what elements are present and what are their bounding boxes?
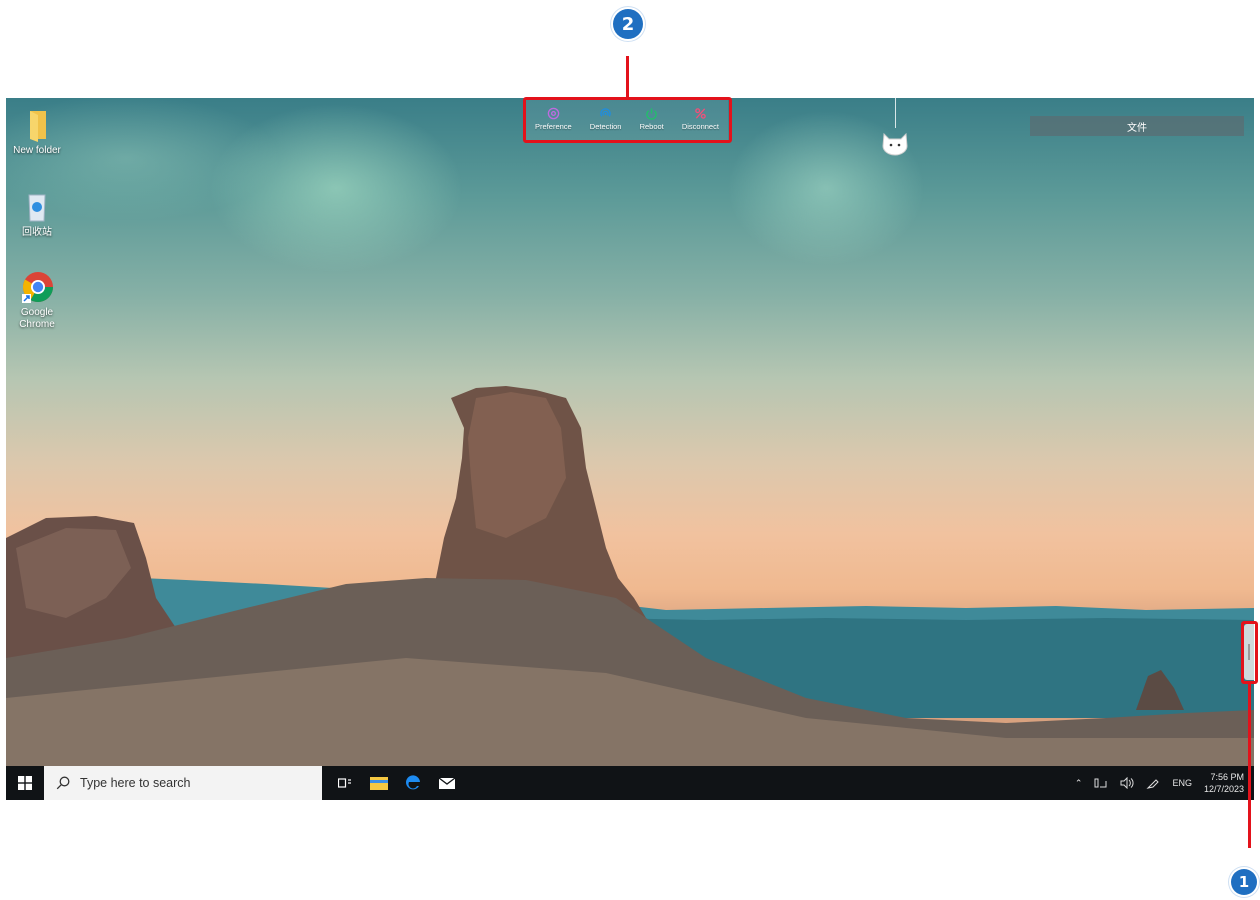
task-view-icon (338, 778, 351, 788)
callout-line-1 (1248, 683, 1251, 848)
file-explorer-icon (370, 776, 388, 790)
cat-widget-icon[interactable] (880, 128, 910, 156)
file-explorer-button[interactable] (364, 766, 394, 800)
desktop-icon-label: 回收站 (22, 227, 52, 238)
taskbar-search-box[interactable]: Type here to search (44, 766, 322, 800)
callout-line-2 (626, 56, 629, 98)
mail-icon (438, 777, 456, 789)
chrome-icon (22, 272, 54, 303)
start-button[interactable] (6, 766, 44, 800)
system-tray: ⌃ ENG 7:56 PM 12/7/2023 (1075, 771, 1254, 795)
taskbar: Type here to search ⌃ ENG 7:56 PM 12/7/2… (6, 766, 1254, 800)
search-placeholder: Type here to search (80, 776, 191, 790)
highlight-box-toolbar (523, 97, 732, 143)
file-transfer-panel[interactable]: 文件 (1030, 116, 1244, 136)
clock-date: 12/7/2023 (1203, 784, 1244, 794)
search-icon (56, 776, 70, 790)
callout-badge-1: 1 (1231, 869, 1257, 895)
highlight-box-side-handle (1241, 621, 1258, 684)
desktop-icon-label: New folder (13, 145, 61, 156)
cat-widget-string (895, 98, 896, 128)
chevron-up-icon[interactable]: ⌃ (1075, 778, 1083, 789)
pen-workspace-icon[interactable] (1146, 777, 1160, 789)
windows-logo-icon (18, 776, 32, 790)
language-indicator[interactable]: ENG (1172, 778, 1192, 788)
taskbar-clock[interactable]: 7:56 PM 12/7/2023 (1204, 771, 1244, 795)
desktop-icon-label: Google Chrome (19, 307, 55, 330)
recycle-bin-icon (28, 194, 46, 222)
mail-button[interactable] (432, 766, 462, 800)
remote-desktop-screen[interactable]: New folder 回收站 Google Chrome Preference … (6, 98, 1254, 800)
callout-badge-2: 2 (613, 9, 643, 39)
clock-time: 7:56 PM (1210, 772, 1244, 782)
volume-icon[interactable] (1120, 777, 1134, 789)
edge-icon (406, 775, 420, 790)
landscape-wallpaper (6, 386, 1254, 768)
task-view-button[interactable] (330, 766, 360, 800)
desktop-icon-google-chrome[interactable]: Google Chrome (6, 270, 68, 331)
desktop-icon-new-folder[interactable]: New folder (6, 108, 68, 157)
network-icon[interactable] (1094, 777, 1108, 789)
folder-icon (30, 111, 46, 142)
file-panel-label: 文件 (1127, 122, 1147, 134)
desktop-icon-recycle-bin[interactable]: 回收站 (6, 190, 68, 239)
edge-browser-button[interactable] (398, 766, 428, 800)
